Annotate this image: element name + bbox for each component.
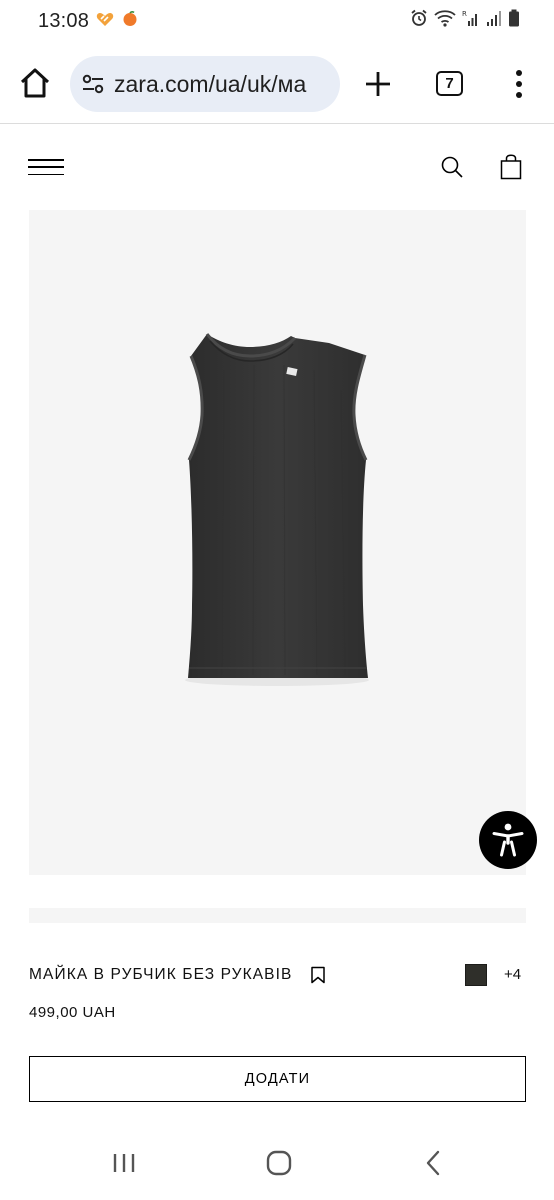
color-swatch[interactable] [465,964,487,986]
site-settings-icon[interactable] [80,71,106,97]
signal-icon: R [462,10,477,26]
recent-apps-icon[interactable] [112,1152,136,1174]
android-navigation-bar [0,1128,554,1200]
accessibility-icon [492,823,524,857]
home-circle-icon[interactable] [266,1150,292,1176]
tank-top-image [185,333,369,686]
alarm-icon [411,9,427,26]
status-time: 13:08 [38,10,90,32]
back-chevron-icon[interactable] [424,1150,442,1176]
plus-icon[interactable] [362,68,394,100]
address-bar[interactable]: zara.com/ua/uk/ма [70,56,340,112]
battery-icon [509,9,519,27]
product-price: 499,00 UAH [29,1004,116,1021]
tab-count: 7 [445,75,454,92]
product-image[interactable] [29,210,526,875]
status-notification-icons [96,11,138,27]
product-name[interactable]: МАЙКА В РУБЧИК БЕЗ РУКАВІВ [29,966,292,984]
add-to-cart-button[interactable]: ДОДАТИ [29,1056,526,1102]
svg-text:R: R [462,10,467,18]
bookmark-icon[interactable] [310,966,326,984]
hamburger-icon[interactable] [28,159,64,175]
home-icon[interactable] [18,66,52,100]
more-vert-icon[interactable] [507,68,531,100]
site-header [0,125,554,209]
status-bar: 13:08 R [0,0,554,44]
search-icon[interactable] [440,155,464,179]
url-text[interactable]: zara.com/ua/uk/ма [114,71,306,98]
browser-toolbar: zara.com/ua/uk/ма 7 [0,44,554,124]
shopping-bag-icon[interactable] [499,154,523,180]
heart-badge-icon [96,12,114,26]
more-colors-count[interactable]: +4 [504,966,521,983]
next-image-preview [29,908,526,923]
accessibility-button[interactable] [479,811,537,869]
signal-icon [487,11,501,26]
status-system-icons: R [410,9,520,27]
wifi-icon [434,10,456,27]
notification-dot-icon [123,11,137,26]
tab-switcher-icon[interactable]: 7 [436,71,463,96]
